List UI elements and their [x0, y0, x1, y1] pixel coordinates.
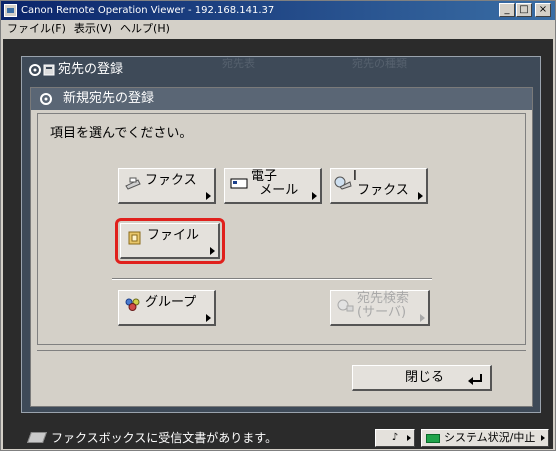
title-bar: Canon Remote Operation Viewer - 192.168.…: [1, 1, 555, 20]
email-button[interactable]: 電子 メール: [224, 168, 322, 204]
settings-icon: [40, 93, 52, 105]
system-status-button[interactable]: システム状況/中止: [421, 429, 549, 447]
enter-icon: [468, 374, 482, 385]
chevron-right-icon: [420, 314, 425, 322]
system-status-label: システム状況/中止: [444, 431, 536, 444]
close-label: 閉じる: [405, 370, 445, 385]
address-search-label: 宛先検索 (サーバ): [357, 291, 410, 320]
ifax-icon: [334, 176, 352, 190]
menu-help[interactable]: ヘルプ(H): [118, 20, 176, 38]
file-icon: [128, 231, 141, 245]
chevron-right-icon: [206, 314, 211, 322]
status-message: ファクスボックスに受信文書があります。: [51, 431, 278, 445]
device-screen: 宛先の登録 宛先表 宛先の種類 新規宛先の登録 項目を選んでください。 ファクス…: [3, 39, 553, 449]
ghost-header-list: 宛先表: [222, 57, 255, 70]
dialog-title: 新規宛先の登録: [63, 91, 155, 106]
address-registration-panel: 宛先の登録 宛先表 宛先の種類 新規宛先の登録 項目を選んでください。 ファクス…: [21, 56, 541, 413]
chevron-right-icon: [312, 192, 317, 200]
minimize-button[interactable]: _: [499, 3, 515, 17]
sound-button[interactable]: ♪: [375, 429, 415, 447]
ifax-label: I ファクス: [353, 169, 409, 198]
group-icon: [125, 298, 140, 311]
group-label: グループ: [145, 295, 197, 310]
window-controls: _ □ ×: [499, 3, 551, 17]
fax-icon: [125, 177, 141, 190]
fax-status-icon: [26, 432, 48, 443]
prompt-text: 項目を選んでください。: [50, 126, 193, 141]
chevron-right-icon: [418, 192, 423, 200]
dialog-title-bar: 新規宛先の登録: [31, 88, 532, 110]
menu-view[interactable]: 表示(V): [72, 20, 118, 38]
divider: [112, 278, 432, 280]
chevron-right-icon: [407, 435, 411, 441]
server-search-icon: [337, 299, 354, 312]
fax-button[interactable]: ファクス: [118, 168, 216, 204]
sound-icon: ♪: [391, 432, 399, 443]
ifax-button[interactable]: I ファクス: [330, 168, 428, 204]
settings-icon: [29, 64, 41, 76]
menu-bar: ファイル(F) 表示(V) ヘルプ(H): [1, 20, 555, 38]
file-label: ファイル: [147, 228, 200, 243]
dialog-footer: 閉じる: [37, 350, 526, 400]
app-window: Canon Remote Operation Viewer - 192.168.…: [0, 0, 556, 451]
selection-area: 項目を選んでください。 ファクス 電子 メール I ファクス ファイル グループ…: [37, 113, 526, 345]
fax-label: ファクス: [145, 173, 197, 188]
panel-title-bar: 宛先の登録 宛先表 宛先の種類: [22, 57, 540, 83]
email-label: 電子 メール: [251, 169, 299, 198]
group-button[interactable]: グループ: [118, 290, 216, 326]
file-button[interactable]: ファイル: [120, 223, 220, 259]
close-window-button[interactable]: ×: [535, 3, 551, 17]
status-led-icon: [426, 434, 440, 443]
app-icon: [4, 4, 17, 17]
address-search-button[interactable]: 宛先検索 (サーバ): [330, 290, 430, 326]
chevron-right-icon: [541, 435, 545, 441]
chevron-right-icon: [206, 192, 211, 200]
close-dialog-button[interactable]: 閉じる: [352, 365, 492, 391]
maximize-button[interactable]: □: [516, 3, 532, 17]
menu-file[interactable]: ファイル(F): [5, 20, 72, 38]
address-book-icon: [43, 64, 55, 76]
window-title: Canon Remote Operation Viewer - 192.168.…: [21, 5, 275, 16]
email-icon: [230, 178, 248, 189]
chevron-right-icon: [210, 247, 215, 255]
panel-title: 宛先の登録: [58, 62, 124, 77]
new-address-dialog: 新規宛先の登録 項目を選んでください。 ファクス 電子 メール I ファクス フ…: [30, 87, 533, 407]
status-bar: ファクスボックスに受信文書があります。 ♪ システム状況/中止: [3, 427, 553, 449]
ghost-header-type: 宛先の種類: [352, 57, 407, 70]
